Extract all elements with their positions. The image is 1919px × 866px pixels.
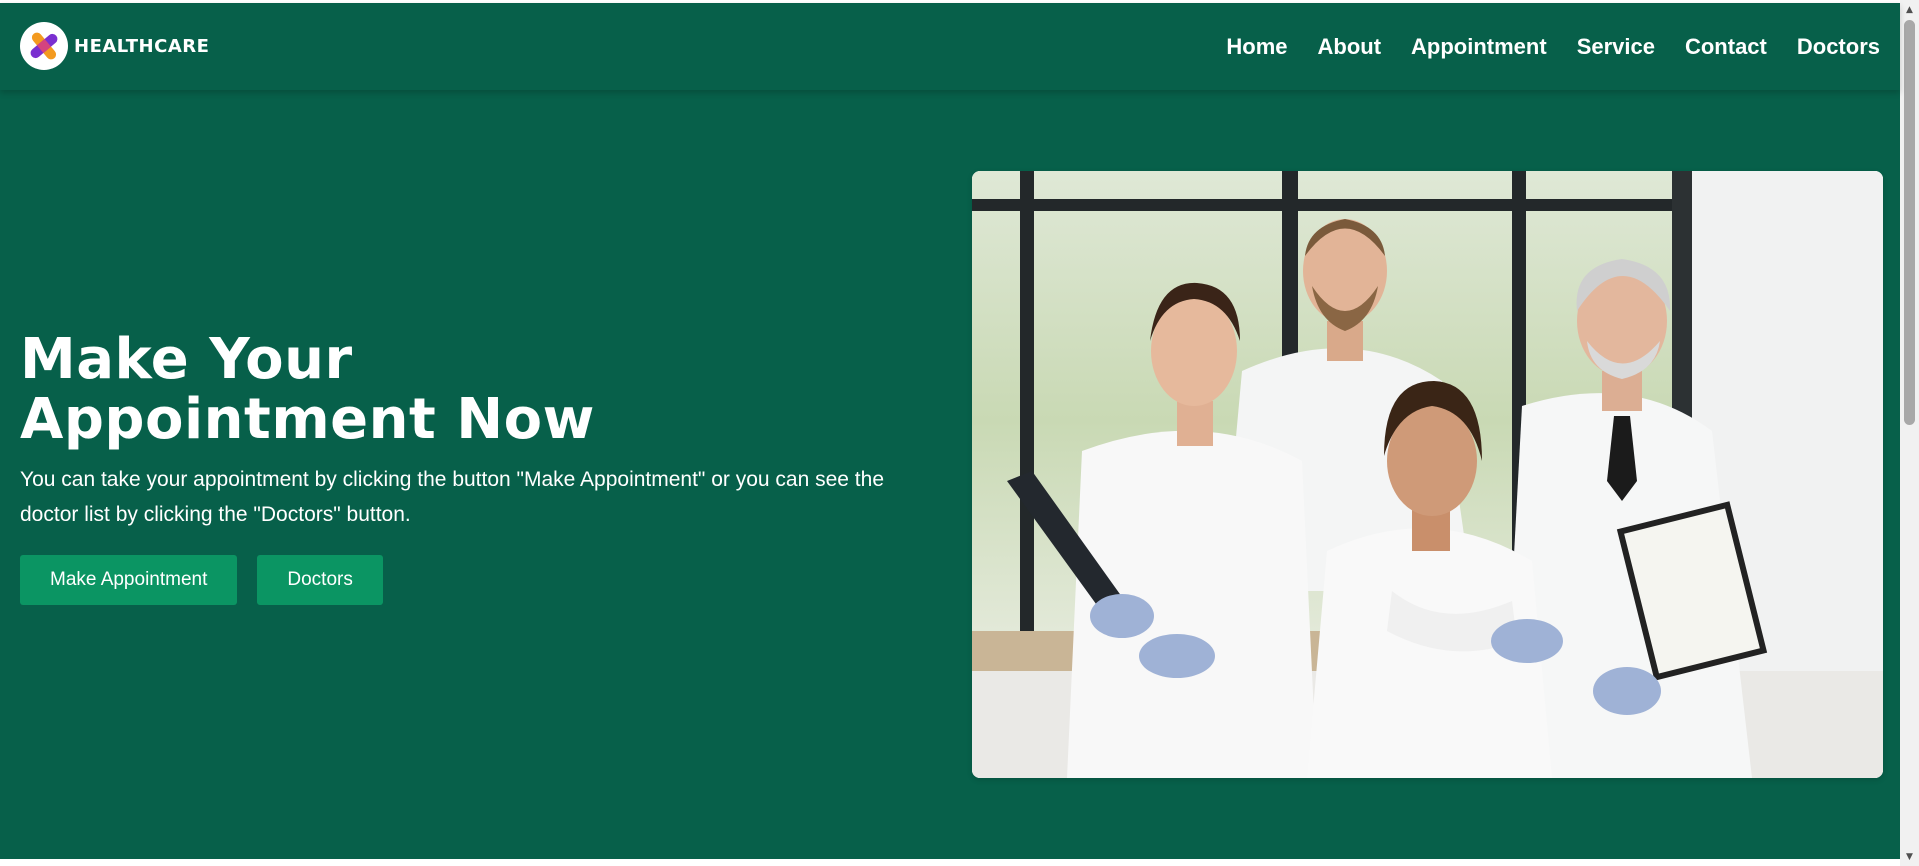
nav-link-doctors[interactable]: Doctors bbox=[1797, 34, 1880, 60]
doctors-button[interactable]: Doctors bbox=[257, 555, 383, 605]
doctors-team-photo bbox=[972, 171, 1883, 778]
medical-cross-logo-icon bbox=[20, 22, 68, 70]
page: HEALTHCARE Home About Appointment Servic… bbox=[0, 0, 1900, 866]
next-section-start bbox=[0, 859, 1900, 866]
nav-link-service[interactable]: Service bbox=[1577, 34, 1655, 60]
hero-buttons: Make Appointment Doctors bbox=[20, 555, 920, 605]
nav-link-appointment[interactable]: Appointment bbox=[1411, 34, 1547, 60]
hero-text-block: Make Your Appointment Now You can take y… bbox=[20, 330, 920, 605]
scrollbar-thumb[interactable] bbox=[1904, 20, 1915, 425]
brand-name: HEALTHCARE bbox=[74, 35, 210, 57]
hero-section: Make Your Appointment Now You can take y… bbox=[0, 90, 1900, 859]
doctors-photo-illustration bbox=[972, 171, 1883, 778]
hero-description: You can take your appointment by clickin… bbox=[20, 468, 885, 526]
scroll-up-arrow-icon[interactable]: ▲ bbox=[1900, 1, 1919, 18]
page-scrollbar[interactable]: ▲ ▼ bbox=[1900, 0, 1919, 866]
nav-menu: Home About Appointment Service Contact D… bbox=[1226, 3, 1880, 90]
nav-link-contact[interactable]: Contact bbox=[1685, 34, 1767, 60]
browser-viewport: HEALTHCARE Home About Appointment Servic… bbox=[0, 0, 1919, 866]
hero-title: Make Your Appointment Now bbox=[20, 327, 595, 452]
nav-link-about[interactable]: About bbox=[1318, 34, 1382, 60]
nav-link-home[interactable]: Home bbox=[1226, 34, 1287, 60]
brand-logo-link[interactable]: HEALTHCARE bbox=[20, 22, 209, 70]
navbar: HEALTHCARE Home About Appointment Servic… bbox=[0, 3, 1900, 90]
make-appointment-button[interactable]: Make Appointment bbox=[20, 555, 238, 605]
scroll-down-arrow-icon[interactable]: ▼ bbox=[1900, 848, 1919, 865]
